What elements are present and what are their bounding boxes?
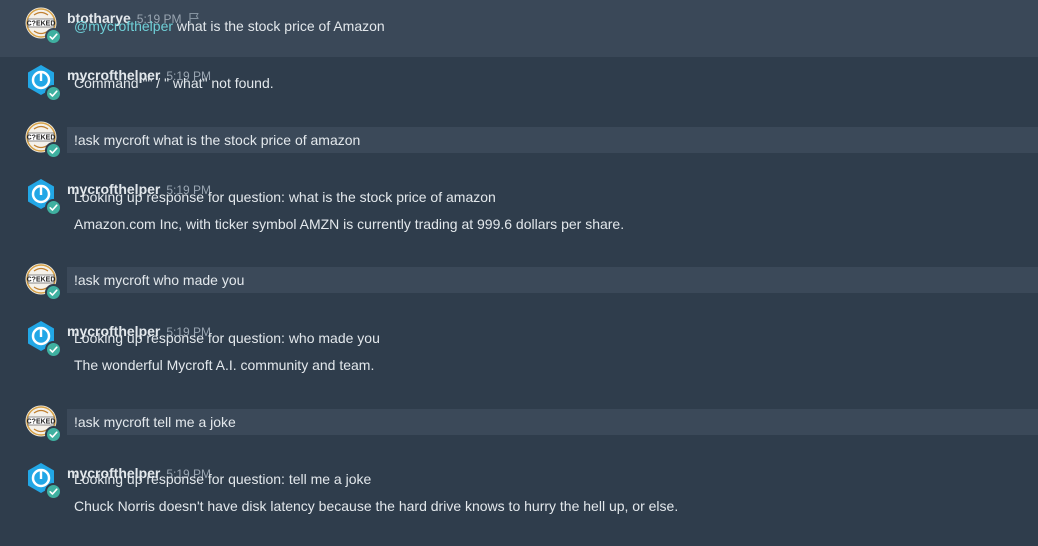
message-text: Looking up response for question: who ma… [67,325,1038,351]
message-body: !ask mycroft who made you [74,272,245,288]
online-status-check-icon [45,341,62,358]
user-mention-link[interactable]: @mycrofthelper [74,18,173,34]
message-text: !ask mycroft tell me a joke [67,409,1038,435]
message-text: Chuck Norris doesn't have disk latency b… [67,493,1038,519]
message-body: !ask mycroft what is the stock price of … [74,132,361,148]
message-body: Looking up response for question: who ma… [74,330,380,346]
svg-text:C?EKED: C?EKED [27,21,56,28]
chat-log: C?EKED btotharye 5:19 PM @mycrofthelper wha… [0,0,1038,546]
message-text: !ask mycroft what is the stock price of … [67,127,1038,153]
online-status-check-icon [45,483,62,500]
online-status-check-icon [45,199,62,216]
svg-text:C?EKED: C?EKED [27,419,56,426]
avatar[interactable]: C?EKED [25,121,62,159]
message-text: @mycrofthelper what is the stock price o… [67,13,1038,39]
online-status-check-icon [45,85,62,102]
message-text: Looking up response for question: what i… [67,184,1038,210]
message-text: Looking up response for question: tell m… [67,466,1038,492]
avatar[interactable]: C?EKED [25,7,62,45]
message-group: mycrofthelper 5:19 PM Looking up response … [0,455,1038,546]
message-group: mycrofthelper 5:19 PM Command "" / " what"… [0,57,1038,114]
message-text: Amazon.com Inc, with ticker symbol AMZN … [67,211,1038,237]
svg-text:C?EKED: C?EKED [27,277,56,284]
message-text: Command "" / " what" not found. [67,70,1038,96]
message-body: Chuck Norris doesn't have disk latency b… [74,498,679,514]
online-status-check-icon [45,28,62,45]
message-body: The wonderful Mycroft A.I. community and… [74,357,375,373]
message-group: C?EKEDbtotharye5:19 PM!ask mycroft what … [0,114,1038,171]
message-group: mycrofthelper 5:19 PM Looking up response … [0,171,1038,256]
avatar[interactable]: C?EKED [25,405,62,443]
message-body: Command "" / " what" not found. [74,75,274,91]
message-group: C?EKEDbtotharye5:19 PM!ask mycroft who m… [0,256,1038,313]
avatar[interactable]: C?EKED [25,263,62,301]
message-body: Looking up response for question: what i… [74,189,496,205]
online-status-check-icon [45,142,62,159]
message-text: The wonderful Mycroft A.I. community and… [67,352,1038,378]
avatar[interactable] [25,320,62,358]
message-body: Looking up response for question: tell m… [74,471,372,487]
avatar[interactable] [25,64,62,102]
online-status-check-icon [45,284,62,301]
message-group: mycrofthelper 5:19 PM Looking up response … [0,313,1038,398]
message-body: !ask mycroft tell me a joke [74,414,236,430]
message-body: what is the stock price of Amazon [173,18,385,34]
message-group: C?EKEDbtotharye5:19 PM!ask mycroft tell … [0,398,1038,455]
message-group: C?EKED btotharye 5:19 PM @mycrofthelper wha… [0,0,1038,57]
avatar[interactable] [25,462,62,500]
online-status-check-icon [45,426,62,443]
message-body: Amazon.com Inc, with ticker symbol AMZN … [74,216,625,232]
message-text: !ask mycroft who made you [67,267,1038,293]
svg-text:C?EKED: C?EKED [27,135,56,142]
avatar[interactable] [25,178,62,216]
